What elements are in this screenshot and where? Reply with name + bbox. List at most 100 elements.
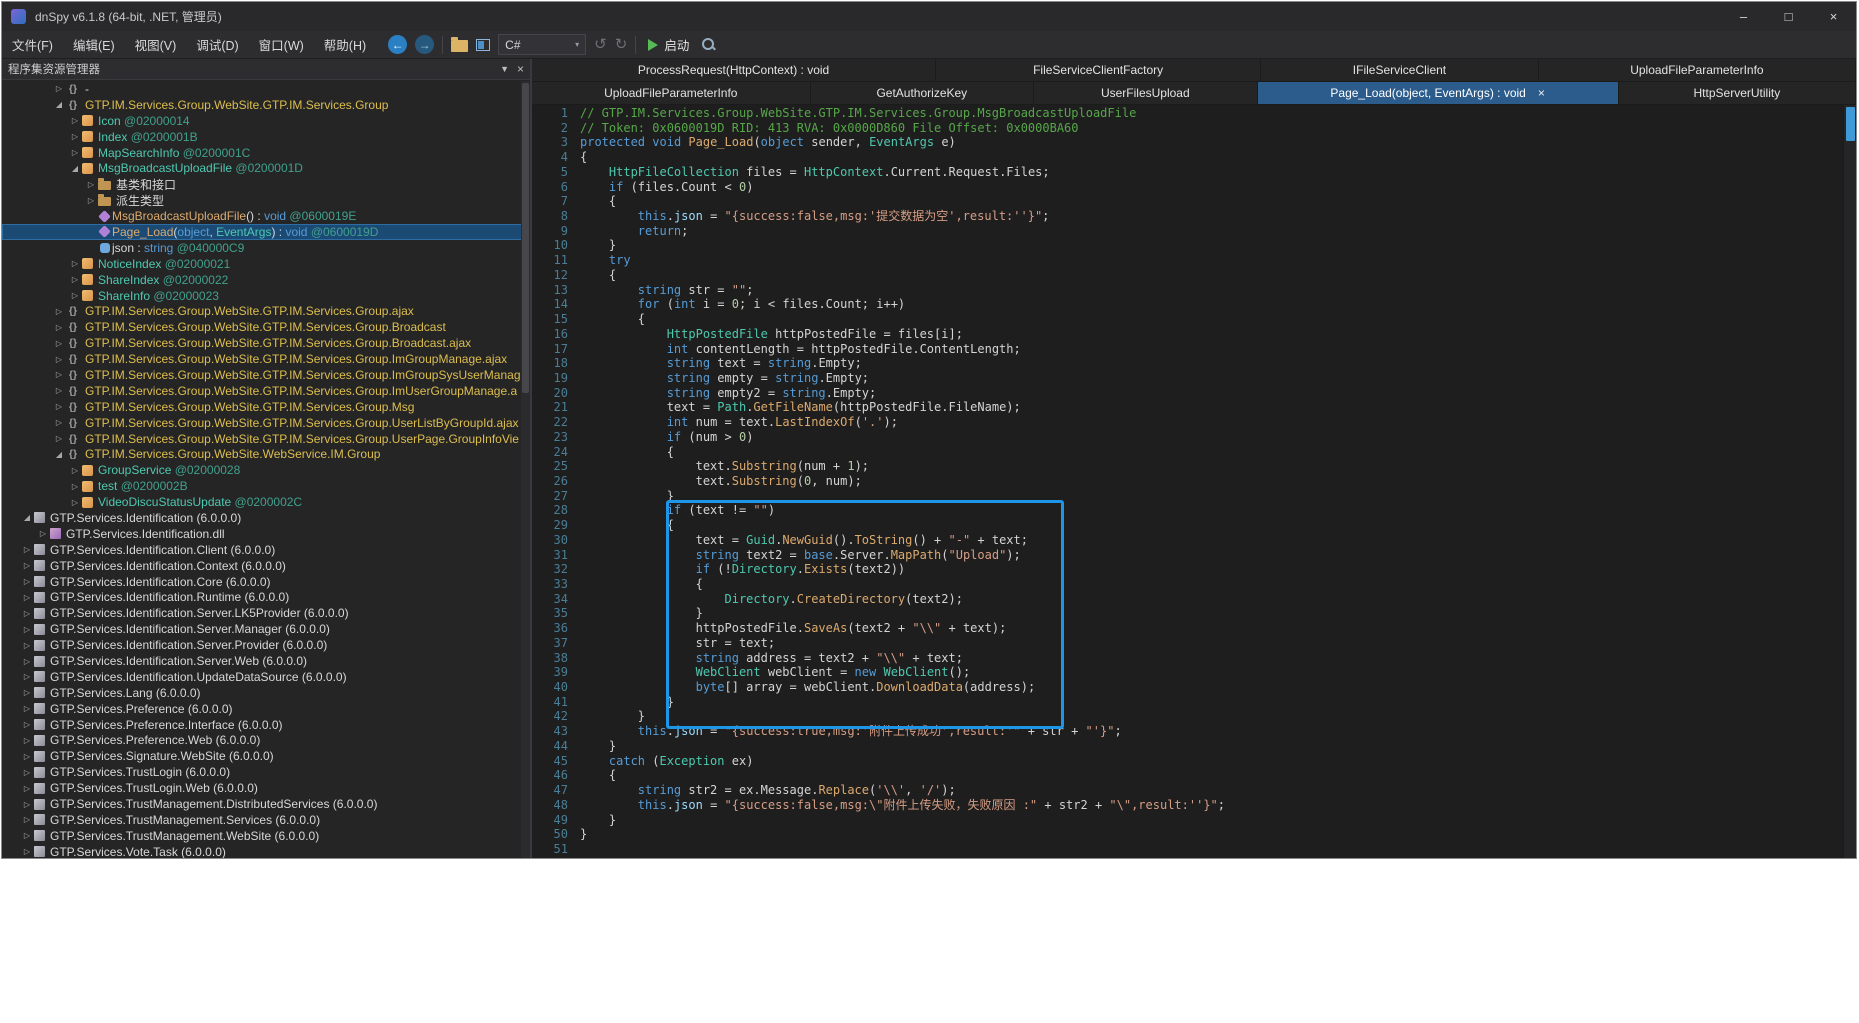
tree-row[interactable]: ▷GTP.Services.Vote.Task (6.0.0.0) [2, 844, 530, 858]
expander-collapsed-icon[interactable]: ▷ [52, 402, 66, 411]
expander-open-icon[interactable]: ◢ [52, 450, 66, 459]
tree-row[interactable]: ▷{}GTP.IM.Services.Group.WebSite.GTP.IM.… [2, 367, 530, 383]
tree-row[interactable]: ▷{}GTP.IM.Services.Group.WebSite.GTP.IM.… [2, 415, 530, 431]
expander-open-icon[interactable]: ◢ [52, 100, 66, 109]
tree-row[interactable]: ▷{}GTP.IM.Services.Group.WebSite.GTP.IM.… [2, 303, 530, 319]
expander-collapsed-icon[interactable]: ▷ [68, 466, 82, 475]
navigate-back-button[interactable]: ← [388, 35, 407, 54]
tree-row[interactable]: ▷GTP.Services.Identification.Server.Mana… [2, 621, 530, 637]
tab[interactable]: UploadFileParameterInfo [532, 82, 811, 104]
expander-collapsed-icon[interactable]: ▷ [68, 148, 82, 157]
expander-collapsed-icon[interactable]: ▷ [52, 355, 66, 364]
tree-row[interactable]: ▷VideoDiscuStatusUpdate @0200002C [2, 494, 530, 510]
expander-collapsed-icon[interactable]: ▷ [20, 688, 34, 697]
tree-row[interactable]: ◢MsgBroadcastUploadFile @0200001D [2, 160, 530, 176]
tree-scrollbar-thumb[interactable] [522, 83, 529, 393]
tree-row[interactable]: ▷GTP.Services.Identification.Runtime (6.… [2, 590, 530, 606]
tab[interactable]: GetAuthorizeKey [811, 82, 1035, 104]
tree-row[interactable]: ▷GTP.Services.Identification.dll [2, 526, 530, 542]
expander-collapsed-icon[interactable]: ▷ [52, 323, 66, 332]
expander-collapsed-icon[interactable]: ▷ [20, 672, 34, 681]
minimize-button[interactable]: – [1721, 2, 1766, 31]
tree-row[interactable]: ▷{}GTP.IM.Services.Group.WebSite.GTP.IM.… [2, 399, 530, 415]
tree-row[interactable]: ▷GTP.Services.Identification.Core (6.0.0… [2, 574, 530, 590]
expander-collapsed-icon[interactable]: ▷ [84, 196, 98, 205]
tree-row[interactable]: ▷GTP.Services.Identification.UpdateDataS… [2, 669, 530, 685]
tree-row[interactable]: ▷{}GTP.IM.Services.Group.WebSite.GTP.IM.… [2, 431, 530, 447]
assembly-tree[interactable]: ▷{}-◢{}GTP.IM.Services.Group.WebSite.GTP… [2, 80, 530, 858]
expander-collapsed-icon[interactable]: ▷ [20, 815, 34, 824]
tree-row[interactable]: ▷MapSearchInfo @0200001C [2, 145, 530, 161]
tree-row[interactable]: ▷test @0200002B [2, 478, 530, 494]
expander-open-icon[interactable]: ◢ [68, 164, 82, 173]
expander-collapsed-icon[interactable]: ▷ [20, 720, 34, 729]
expander-collapsed-icon[interactable]: ▷ [68, 275, 82, 284]
expander-collapsed-icon[interactable]: ▷ [20, 625, 34, 634]
expander-collapsed-icon[interactable]: ▷ [20, 609, 34, 618]
tab[interactable]: ProcessRequest(HttpContext) : void [532, 59, 936, 81]
tree-row[interactable]: ▷GTP.Services.Lang (6.0.0.0) [2, 685, 530, 701]
tab[interactable]: UserFilesUpload [1034, 82, 1258, 104]
menu-item-2[interactable]: 视图(V) [125, 31, 187, 58]
expander-collapsed-icon[interactable]: ▷ [20, 593, 34, 602]
tree-row[interactable]: ▷ShareInfo @02000023 [2, 288, 530, 304]
expander-collapsed-icon[interactable]: ▷ [68, 291, 82, 300]
tree-row[interactable]: ▷GTP.Services.TrustLogin (6.0.0.0) [2, 764, 530, 780]
tree-row[interactable]: ▷{}GTP.IM.Services.Group.WebSite.GTP.IM.… [2, 383, 530, 399]
expander-collapsed-icon[interactable]: ▷ [68, 116, 82, 125]
expander-collapsed-icon[interactable]: ▷ [68, 482, 82, 491]
tree-row[interactable]: ◢GTP.Services.Identification (6.0.0.0) [2, 510, 530, 526]
expander-collapsed-icon[interactable]: ▷ [36, 529, 50, 538]
expander-collapsed-icon[interactable]: ▷ [68, 498, 82, 507]
menu-item-1[interactable]: 编辑(E) [63, 31, 125, 58]
editor-scrollbar[interactable] [1843, 105, 1856, 858]
menu-item-4[interactable]: 窗口(W) [249, 31, 314, 58]
tab[interactable]: HttpServerUtility [1619, 82, 1856, 104]
tree-row[interactable]: ▷GTP.Services.Signature.WebSite (6.0.0.0… [2, 748, 530, 764]
expander-collapsed-icon[interactable]: ▷ [52, 418, 66, 427]
tree-row[interactable]: Page_Load(object, EventArgs) : void @060… [2, 224, 530, 240]
tab[interactable]: UploadFileParameterInfo [1539, 59, 1856, 81]
tree-row[interactable]: ▷ShareIndex @02000022 [2, 272, 530, 288]
expander-collapsed-icon[interactable]: ▷ [20, 704, 34, 713]
tree-row[interactable]: ◢{}GTP.IM.Services.Group.WebSite.GTP.IM.… [2, 97, 530, 113]
tree-row[interactable]: ▷NoticeIndex @02000021 [2, 256, 530, 272]
expander-collapsed-icon[interactable]: ▷ [20, 545, 34, 554]
navigate-forward-button[interactable]: → [415, 35, 434, 54]
open-file-button[interactable] [451, 40, 468, 52]
tree-row[interactable]: ▷GTP.Services.Identification.Context (6.… [2, 558, 530, 574]
close-tab-icon[interactable]: × [1538, 86, 1545, 100]
expander-collapsed-icon[interactable]: ▷ [68, 259, 82, 268]
close-button[interactable]: × [1811, 2, 1856, 31]
redo-button[interactable]: ↻ [615, 37, 628, 52]
menu-item-0[interactable]: 文件(F) [2, 31, 63, 58]
tree-row[interactable]: ▷{}GTP.IM.Services.Group.WebSite.GTP.IM.… [2, 319, 530, 335]
tab[interactable]: FileServiceClientFactory [936, 59, 1261, 81]
tree-row[interactable]: ◢{}GTP.IM.Services.Group.WebSite.WebServ… [2, 446, 530, 462]
code-editor[interactable]: 1// GTP.IM.Services.Group.WebSite.GTP.IM… [532, 105, 1856, 858]
tree-row[interactable]: ▷{}GTP.IM.Services.Group.WebSite.GTP.IM.… [2, 335, 530, 351]
expander-collapsed-icon[interactable]: ▷ [52, 370, 66, 379]
expander-collapsed-icon[interactable]: ▷ [52, 307, 66, 316]
search-icon[interactable] [701, 37, 716, 52]
expander-collapsed-icon[interactable]: ▷ [20, 752, 34, 761]
explorer-menu-icon[interactable]: ▼ [500, 64, 509, 74]
tree-row[interactable]: ▷GTP.Services.TrustLogin.Web (6.0.0.0) [2, 780, 530, 796]
tree-row[interactable]: ▷GTP.Services.Identification.Server.LK5P… [2, 605, 530, 621]
expander-collapsed-icon[interactable]: ▷ [68, 132, 82, 141]
tree-row[interactable]: ▷GTP.Services.TrustManagement.Distribute… [2, 796, 530, 812]
save-module-button[interactable] [476, 39, 490, 51]
expander-collapsed-icon[interactable]: ▷ [84, 180, 98, 189]
tree-row[interactable]: ▷Index @0200001B [2, 129, 530, 145]
undo-button[interactable]: ↺ [594, 37, 607, 52]
expander-collapsed-icon[interactable]: ▷ [20, 561, 34, 570]
tree-row[interactable]: ▷GTP.Services.Identification.Client (6.0… [2, 542, 530, 558]
tree-row[interactable]: ▷GTP.Services.Preference.Interface (6.0.… [2, 717, 530, 733]
expander-collapsed-icon[interactable]: ▷ [20, 784, 34, 793]
tree-row[interactable]: ▷GTP.Services.Identification.Server.Prov… [2, 637, 530, 653]
tree-row[interactable]: ▷{}- [2, 81, 530, 97]
expander-collapsed-icon[interactable]: ▷ [20, 736, 34, 745]
tree-row[interactable]: ▷{}GTP.IM.Services.Group.WebSite.GTP.IM.… [2, 351, 530, 367]
expander-open-icon[interactable]: ◢ [20, 513, 34, 522]
maximize-button[interactable]: □ [1766, 2, 1811, 31]
